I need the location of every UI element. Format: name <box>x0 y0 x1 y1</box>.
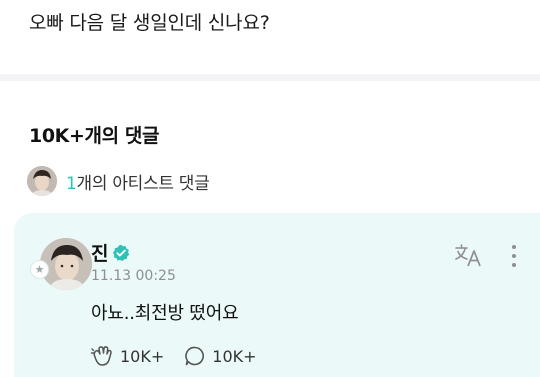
artist-comments-text: 개의 아티스트 댓글 <box>76 173 210 194</box>
artist-portrait-small <box>27 166 57 196</box>
artist-comment-card: ★ 진 11.13 00:25 아뇨..최전방 떴어요 10K+ 10K+ <box>14 213 540 377</box>
reply-bubble-icon <box>185 346 205 366</box>
artist-comments-label: 1개의 아티스트 댓글 <box>66 169 210 194</box>
artist-comments-filter[interactable]: 1개의 아티스트 댓글 <box>27 166 210 196</box>
comments-count-heading: 10K+개의 댓글 <box>29 125 160 147</box>
like-button[interactable]: 10K+ <box>90 345 164 367</box>
author-line: 진 <box>91 239 130 266</box>
translate-button[interactable] <box>454 243 484 267</box>
more-options-button[interactable] <box>505 244 523 268</box>
verified-check-icon <box>113 244 130 261</box>
comment-screen: 오빠 다음 달 생일인데 신나요? 10K+개의 댓글 1개의 아티스트 댓글 <box>0 0 540 377</box>
artist-badge-icon: ★ <box>30 260 49 279</box>
section-divider <box>0 74 540 81</box>
more-vertical-icon-dot <box>512 254 516 258</box>
like-count: 10K+ <box>120 346 165 366</box>
artist-comments-count: 1 <box>66 173 77 194</box>
comment-actions: 10K+ 10K+ <box>90 345 277 367</box>
author-name[interactable]: 진 <box>91 239 108 266</box>
more-vertical-icon-dot <box>512 245 516 249</box>
more-vertical-icon-dot <box>512 263 516 267</box>
comment-timestamp: 11.13 00:25 <box>91 268 176 284</box>
reply-button[interactable]: 10K+ <box>184 345 257 367</box>
post-text: 오빠 다음 달 생일인데 신나요? <box>29 12 270 34</box>
translate-icon <box>455 244 481 267</box>
reply-count: 10K+ <box>212 346 257 366</box>
cheer-hand-icon <box>90 346 112 366</box>
artist-avatar-small <box>27 166 57 196</box>
comment-body: 아뇨..최전방 떴어요 <box>91 303 239 324</box>
